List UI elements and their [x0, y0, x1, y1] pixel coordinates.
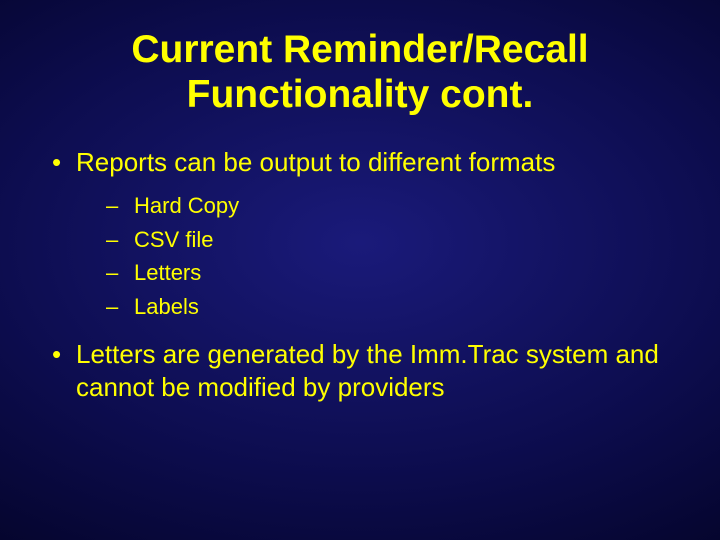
sub-bullet-list: Hard Copy CSV file Letters Labels [48, 192, 672, 320]
sub-bullet-item: Labels [48, 293, 672, 321]
title-line-1: Current Reminder/Recall [131, 28, 588, 71]
bullet-list: Reports can be output to different forma… [48, 146, 672, 179]
bullet-item: Reports can be output to different forma… [48, 146, 672, 179]
slide: Current Reminder/Recall Functionality co… [0, 0, 720, 540]
sub-bullet-item: CSV file [48, 226, 672, 254]
title-line-2: Functionality cont. [187, 73, 534, 116]
bullet-list-2: Letters are generated by the Imm.Trac sy… [48, 338, 672, 403]
bullet-item: Letters are generated by the Imm.Trac sy… [48, 338, 672, 403]
sub-bullet-item: Letters [48, 259, 672, 287]
slide-title: Current Reminder/Recall Functionality co… [48, 28, 672, 118]
sub-bullet-item: Hard Copy [48, 192, 672, 220]
